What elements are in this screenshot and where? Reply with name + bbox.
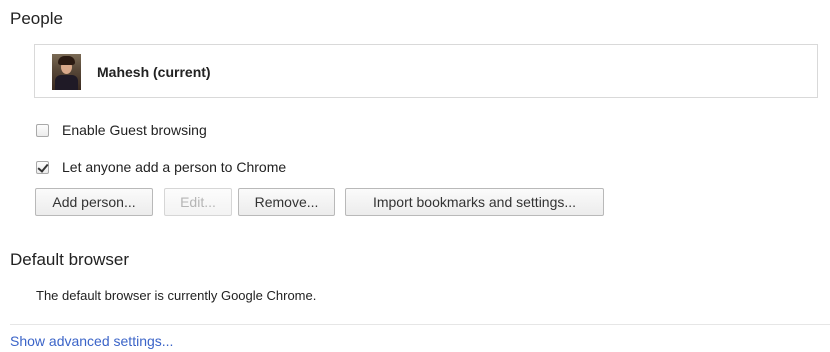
default-browser-status: The default browser is currently Google …	[36, 288, 317, 303]
people-list[interactable]: Mahesh (current)	[34, 44, 818, 98]
guest-browsing-row[interactable]: Enable Guest browsing	[36, 122, 207, 138]
show-advanced-settings-link[interactable]: Show advanced settings...	[10, 333, 173, 349]
import-bookmarks-button[interactable]: Import bookmarks and settings...	[345, 188, 604, 216]
guest-browsing-checkbox[interactable]	[36, 123, 49, 137]
current-person-name[interactable]: Mahesh (current)	[97, 64, 211, 80]
add-person-button[interactable]: Add person...	[35, 188, 153, 216]
avatar	[52, 54, 81, 90]
remove-button[interactable]: Remove...	[238, 188, 335, 216]
checkmark-icon	[37, 160, 49, 173]
guest-browsing-label[interactable]: Enable Guest browsing	[62, 122, 207, 138]
divider	[10, 324, 830, 325]
edit-button[interactable]: Edit...	[164, 188, 232, 216]
people-section-title: People	[10, 9, 63, 28]
anyone-add-person-label[interactable]: Let anyone add a person to Chrome	[62, 159, 286, 175]
anyone-add-person-checkbox[interactable]	[36, 160, 49, 174]
anyone-add-person-row[interactable]: Let anyone add a person to Chrome	[36, 159, 286, 175]
default-browser-section-title: Default browser	[10, 250, 130, 269]
